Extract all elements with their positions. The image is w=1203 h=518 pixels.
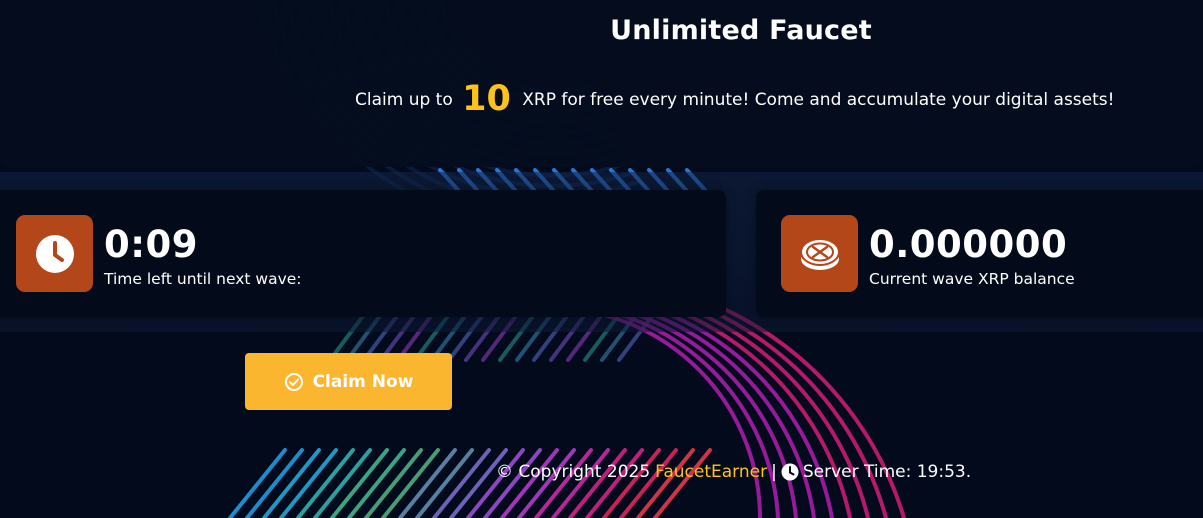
faucet-page: Unlimited Faucet Claim up to 10 XRP for … bbox=[0, 0, 1203, 518]
copyright-text: © Copyright 2025 bbox=[496, 462, 651, 482]
balance-value: 0.000000 bbox=[869, 223, 1068, 266]
balance-card: 0.000000 Current wave XRP balance bbox=[756, 190, 1203, 317]
hero-subtitle: Claim up to 10 XRP for free every minute… bbox=[355, 74, 1115, 119]
server-time: Server Time: 19:53. bbox=[802, 462, 972, 482]
subtitle-prefix: Claim up to bbox=[355, 90, 453, 110]
footer-separator: | bbox=[771, 462, 777, 482]
clock-icon bbox=[16, 215, 93, 292]
subtitle-suffix: XRP for free every minute! Come and accu… bbox=[522, 90, 1115, 110]
clock-icon bbox=[781, 463, 799, 481]
claim-amount: 10 bbox=[462, 79, 511, 119]
footer: © Copyright 2025 FaucetEarner | Server T… bbox=[496, 462, 971, 482]
claim-now-button[interactable]: Claim Now bbox=[245, 353, 452, 410]
brand-link[interactable]: FaucetEarner bbox=[655, 462, 767, 482]
page-title: Unlimited Faucet bbox=[610, 15, 872, 46]
claim-now-label: Claim Now bbox=[312, 371, 414, 392]
xrp-coin-icon bbox=[781, 215, 858, 292]
timer-label: Time left until next wave: bbox=[104, 270, 302, 288]
hero-panel: Unlimited Faucet Claim up to 10 XRP for … bbox=[0, 0, 1203, 167]
check-circle-icon bbox=[284, 372, 303, 391]
balance-label: Current wave XRP balance bbox=[869, 270, 1075, 288]
timer-value: 0:09 bbox=[104, 223, 199, 266]
timer-card: 0:09 Time left until next wave: bbox=[0, 190, 726, 317]
